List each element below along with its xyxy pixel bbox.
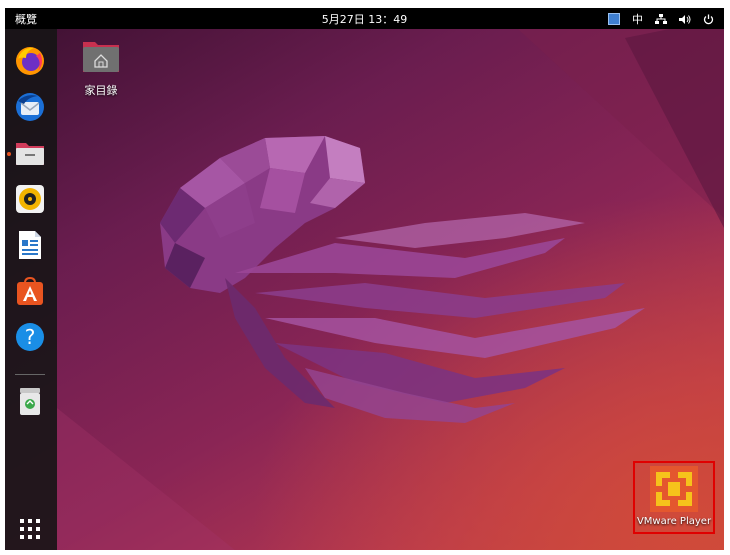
selection-highlight [633,461,715,534]
desktop-screen: 概覽 5月27日 13：49 中 ? 家目錄 VMware Player [5,8,724,550]
files-icon [16,143,44,165]
help-icon: ? [16,323,44,351]
power-icon[interactable] [703,14,714,25]
running-indicator [7,152,11,156]
thunderbird-icon [16,93,44,121]
dock-item-rhythmbox[interactable] [14,183,46,215]
dock-item-ubuntu-software[interactable] [14,275,46,307]
dock-item-files[interactable] [14,137,46,169]
dock-item-help[interactable]: ? [14,321,46,353]
dock-item-trash[interactable] [14,385,46,417]
dock-item-firefox[interactable] [14,45,46,77]
dock: ? [5,29,57,550]
firefox-icon [16,47,44,75]
home-folder-label: 家目錄 [84,84,118,97]
dock-item-show-applications[interactable] [14,513,46,545]
trash-icon [20,388,40,415]
volume-icon[interactable] [679,14,691,25]
dock-separator [15,374,45,375]
rhythmbox-icon [16,185,44,213]
system-tray: 中 [608,11,714,27]
top-bar: 概覽 5月27日 13：49 中 [5,8,724,29]
dock-item-writer[interactable] [14,229,46,261]
software-icon [17,276,43,305]
dock-item-thunderbird[interactable] [14,91,46,123]
input-method-indicator[interactable]: 中 [632,11,643,27]
keyboard-layout-icon[interactable] [608,13,620,25]
app-grid-icon [20,519,40,539]
svg-text:?: ? [25,325,36,349]
desktop-home-folder[interactable]: 家目錄 [79,36,123,102]
writer-icon [19,231,41,259]
network-icon[interactable] [655,13,667,25]
home-folder-icon [83,42,119,72]
